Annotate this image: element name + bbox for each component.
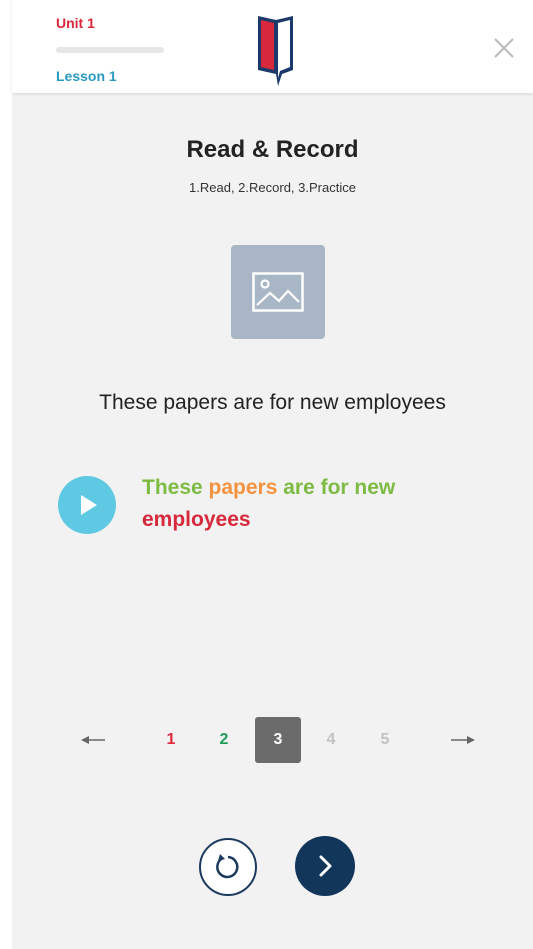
sentence-word: papers (208, 476, 284, 499)
play-audio-button[interactable] (58, 476, 116, 534)
chevron-right-icon (319, 855, 332, 877)
header: Unit 1 Lesson 1 (12, 0, 533, 93)
reload-icon (216, 854, 239, 879)
lesson-progress-bar (56, 47, 164, 53)
page-5-button[interactable]: 5 (362, 717, 408, 763)
sentence-word: These (142, 476, 209, 499)
play-icon (81, 495, 97, 515)
reload-button[interactable] (199, 838, 257, 896)
page-1-button[interactable]: 1 (148, 717, 194, 763)
image-placeholder (231, 245, 325, 339)
unit-label: Unit 1 (56, 15, 95, 31)
page-2-button[interactable]: 2 (201, 717, 247, 763)
activity-steps: 1.Read, 2.Record, 3.Practice (189, 180, 356, 195)
image-placeholder-icon (252, 272, 304, 312)
highlighted-sentence: These papers are for new employees (142, 472, 472, 536)
close-icon[interactable] (490, 34, 518, 62)
lesson-screen: Unit 1 Lesson 1 Read & Record 1.Read, 2.… (12, 0, 533, 949)
lesson-label: Lesson 1 (56, 68, 117, 84)
arrow-left-icon[interactable] (80, 732, 106, 748)
activity-title: Read & Record (186, 136, 359, 163)
page-4-button[interactable]: 4 (308, 717, 354, 763)
sentence-text: These papers are for new employees (99, 391, 446, 414)
page-navigation: 1 2 3 4 5 (12, 717, 533, 763)
sentence-word: are for new (283, 476, 396, 499)
sentence-word: employees (142, 508, 251, 531)
page-3-button[interactable]: 3 (255, 717, 301, 763)
arrow-right-icon[interactable] (450, 732, 476, 748)
app-logo (258, 16, 293, 86)
next-button[interactable] (295, 836, 355, 896)
